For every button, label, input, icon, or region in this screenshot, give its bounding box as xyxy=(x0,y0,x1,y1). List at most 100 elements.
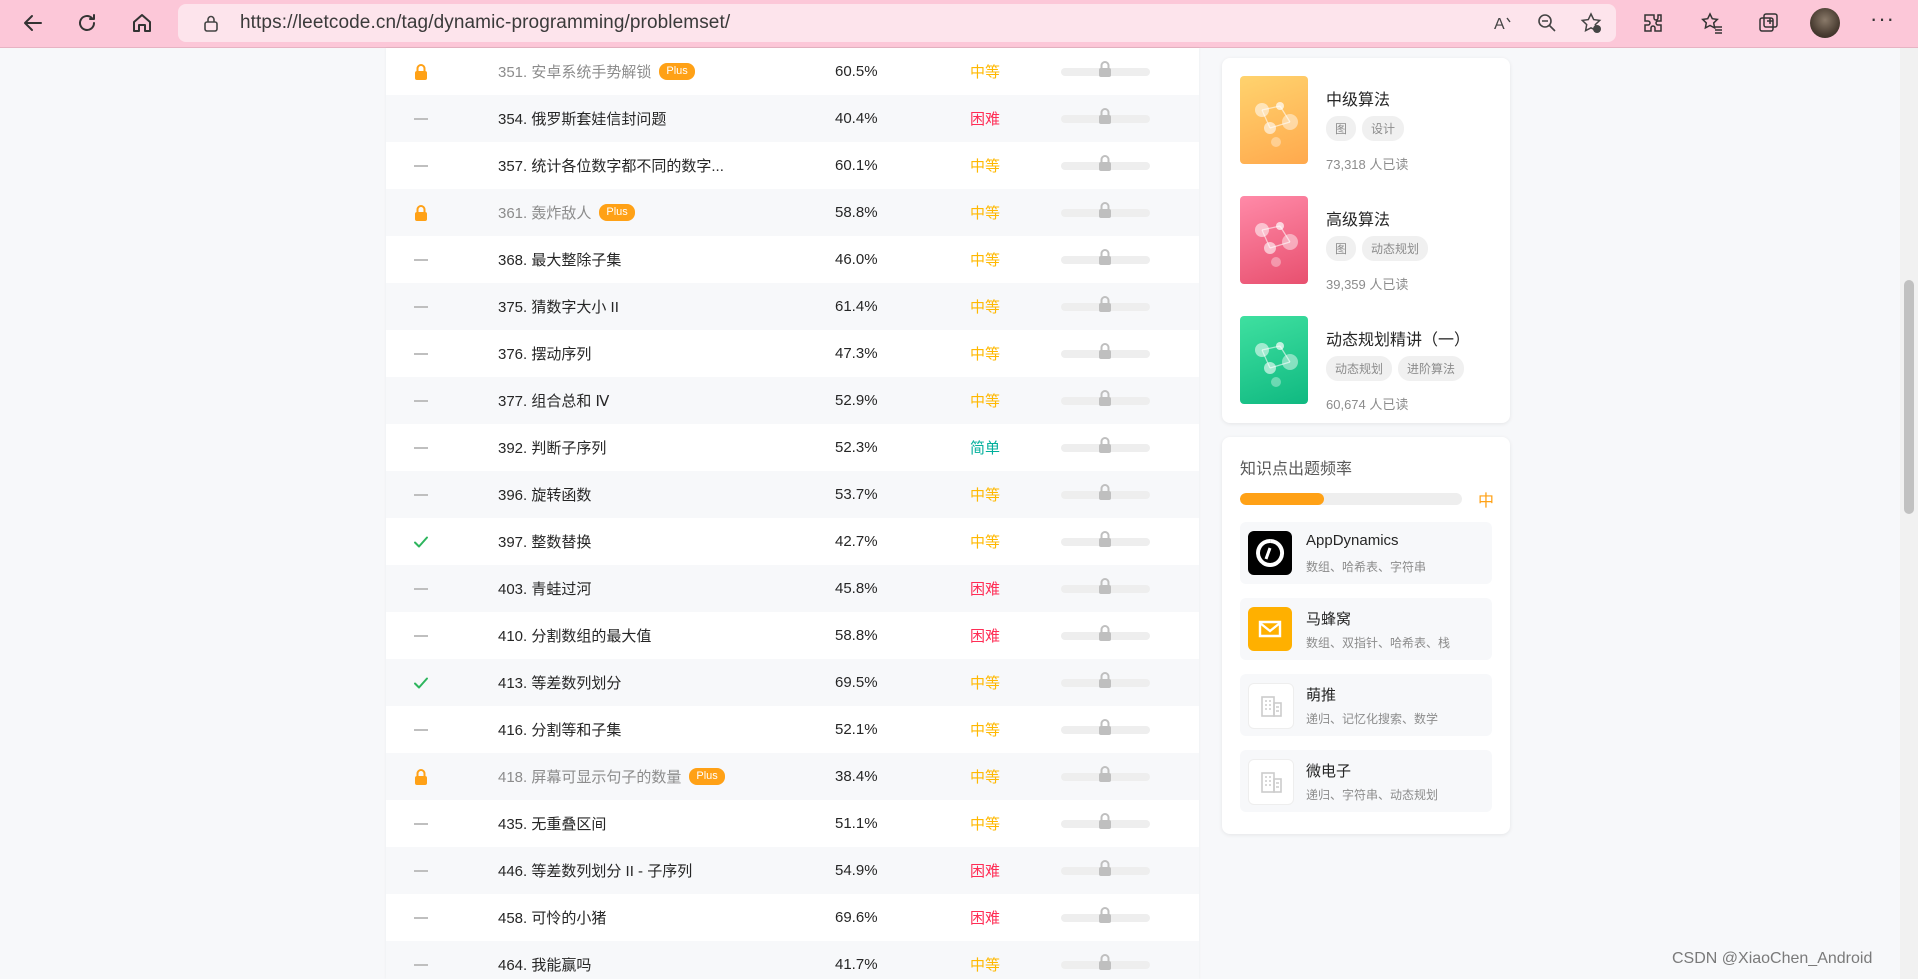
acceptance-rate: 69.5% xyxy=(835,674,878,691)
problem-title-text: 376. 摆动序列 xyxy=(498,346,592,363)
problem-title-link[interactable]: 354. 俄罗斯套娃信封问题 xyxy=(498,108,666,129)
book-title[interactable]: 高级算法 xyxy=(1326,206,1390,230)
problem-title-link[interactable]: 368. 最大整除子集 xyxy=(498,249,621,270)
problem-title-link[interactable]: 377. 组合总和 Ⅳ xyxy=(498,390,609,411)
problem-title-link[interactable]: 446. 等差数列划分 II - 子序列 xyxy=(498,860,692,881)
problem-title-link[interactable]: 396. 旋转函数 xyxy=(498,484,591,505)
problem-row[interactable]: 418. 屏幕可显示句子的数量 Plus 38.4% 中等 xyxy=(386,753,1199,800)
problem-title-link[interactable]: 361. 轰炸敌人 Plus xyxy=(498,202,635,223)
problem-row[interactable]: 410. 分割数组的最大值 58.8% 困难 xyxy=(386,612,1199,659)
problem-row[interactable]: 396. 旋转函数 53.7% 中等 xyxy=(386,471,1199,518)
back-arrow-icon[interactable] xyxy=(16,6,50,40)
problem-title-link[interactable]: 416. 分割等和子集 xyxy=(498,719,621,740)
problem-row[interactable]: 377. 组合总和 Ⅳ 52.9% 中等 xyxy=(386,377,1199,424)
problem-row[interactable]: 458. 可怜的小猪 69.6% 困难 xyxy=(386,894,1199,941)
book-cover[interactable] xyxy=(1240,316,1308,404)
collections-icon[interactable] xyxy=(1751,6,1785,40)
tag-chip[interactable]: 设计 xyxy=(1362,116,1405,141)
tag-chip[interactable]: 图 xyxy=(1326,116,1357,141)
problem-title-link[interactable]: 403. 青蛙过河 xyxy=(498,578,591,599)
problem-title-text: 377. 组合总和 Ⅳ xyxy=(498,393,610,410)
problem-row[interactable]: 403. 青蛙过河 45.8% 困难 xyxy=(386,565,1199,612)
problem-title-link[interactable]: 410. 分割数组的最大值 xyxy=(498,625,651,646)
difficulty-label: 中等 xyxy=(970,816,1001,833)
problem-title-link[interactable]: 418. 屏幕可显示句子的数量 Plus xyxy=(498,766,725,787)
book-title[interactable]: 动态规划精讲（一） xyxy=(1326,326,1470,350)
unattempted-dash-icon xyxy=(410,625,432,647)
problem-row[interactable]: 351. 安卓系统手势解锁 Plus 60.5% 中等 xyxy=(386,48,1199,95)
book-title[interactable]: 中级算法 xyxy=(1326,86,1390,110)
lock-icon xyxy=(1097,953,1113,971)
company-item[interactable]: 马蜂窝 数组、双指针、哈希表、栈 xyxy=(1240,598,1492,660)
problem-title-link[interactable]: 357. 统计各位数字都不同的数字... xyxy=(498,155,724,176)
company-name: 马蜂窝 xyxy=(1306,611,1352,628)
more-options-icon[interactable]: ··· xyxy=(1870,6,1895,32)
problem-title-link[interactable]: 464. 我能赢吗 xyxy=(498,954,591,975)
lock-icon xyxy=(1097,671,1113,689)
problem-row[interactable]: 446. 等差数列划分 II - 子序列 54.9% 困难 xyxy=(386,847,1199,894)
company-tags: 递归、字符串、动态规划 xyxy=(1306,788,1439,802)
scrollbar-thumb[interactable] xyxy=(1904,280,1914,514)
page-scrollbar[interactable] xyxy=(1900,48,1918,979)
problem-row[interactable]: 397. 整数替换 42.7% 中等 xyxy=(386,518,1199,565)
knowledge-frequency-card: 知识点出题频率 中 AppDynamics 数组、哈希表、字符串 马蜂窝 数组、双指针… xyxy=(1222,437,1510,834)
lock-icon xyxy=(1097,765,1113,783)
extensions-icon[interactable] xyxy=(1636,6,1670,40)
problem-title-link[interactable]: 392. 判断子序列 xyxy=(498,437,606,458)
difficulty-label: 中等 xyxy=(970,299,1001,316)
refresh-icon[interactable] xyxy=(70,6,104,40)
solved-check-icon xyxy=(410,531,432,553)
acceptance-rate: 60.5% xyxy=(835,63,878,80)
problem-row[interactable]: 354. 俄罗斯套娃信封问题 40.4% 困难 xyxy=(386,95,1199,142)
problem-title-link[interactable]: 375. 猜数字大小 II xyxy=(498,296,619,317)
add-favorite-icon[interactable] xyxy=(1576,8,1606,38)
problem-title-link[interactable]: 458. 可怜的小猪 xyxy=(498,907,606,928)
home-icon[interactable] xyxy=(125,6,159,40)
problem-row[interactable]: 357. 统计各位数字都不同的数字... 60.1% 中等 xyxy=(386,142,1199,189)
problem-title-link[interactable]: 413. 等差数列划分 xyxy=(498,672,621,693)
tag-chip[interactable]: 动态规划 xyxy=(1326,356,1393,381)
company-item[interactable]: 微电子 递归、字符串、动态规划 xyxy=(1240,750,1492,812)
problem-row[interactable]: 368. 最大整除子集 46.0% 中等 xyxy=(386,236,1199,283)
tag-chip[interactable]: 进阶算法 xyxy=(1398,356,1465,381)
lock-icon xyxy=(1097,436,1113,454)
appdynamics-logo xyxy=(1248,531,1292,575)
zoom-icon[interactable] xyxy=(1532,8,1562,38)
problem-row[interactable]: 375. 猜数字大小 II 61.4% 中等 xyxy=(386,283,1199,330)
problem-title-link[interactable]: 376. 摆动序列 xyxy=(498,343,591,364)
url-text[interactable]: https://leetcode.cn/tag/dynamic-programm… xyxy=(240,12,730,34)
frequency-locked-bar xyxy=(1061,295,1150,312)
difficulty-label: 中等 xyxy=(970,393,1001,410)
problem-row[interactable]: 376. 摆动序列 47.3% 中等 xyxy=(386,330,1199,377)
profile-avatar[interactable] xyxy=(1810,8,1840,38)
tag-chip[interactable]: 动态规划 xyxy=(1362,236,1429,261)
tag-chip[interactable]: 图 xyxy=(1326,236,1357,261)
book-cover[interactable] xyxy=(1240,196,1308,284)
problem-row[interactable]: 361. 轰炸敌人 Plus 58.8% 中等 xyxy=(386,189,1199,236)
read-aloud-icon[interactable]: A xyxy=(1488,8,1518,38)
unattempted-dash-icon xyxy=(410,954,432,976)
problem-title-link[interactable]: 435. 无重叠区间 xyxy=(498,813,606,834)
difficulty-label: 中等 xyxy=(970,205,1001,222)
unattempted-dash-icon xyxy=(410,813,432,835)
book-cover[interactable] xyxy=(1240,76,1308,164)
lock-icon xyxy=(1097,577,1113,595)
difficulty-label: 中等 xyxy=(970,675,1001,692)
acceptance-rate: 40.4% xyxy=(835,110,878,127)
problem-title-link[interactable]: 351. 安卓系统手势解锁 Plus xyxy=(498,61,695,82)
svg-text:A: A xyxy=(1494,16,1505,33)
premium-lock-icon xyxy=(410,202,432,224)
problem-row[interactable]: 413. 等差数列划分 69.5% 中等 xyxy=(386,659,1199,706)
problem-title-link[interactable]: 397. 整数替换 xyxy=(498,531,591,552)
problem-row[interactable]: 435. 无重叠区间 51.1% 中等 xyxy=(386,800,1199,847)
unattempted-dash-icon xyxy=(410,484,432,506)
problem-row[interactable]: 416. 分割等和子集 52.1% 中等 xyxy=(386,706,1199,753)
company-item[interactable]: 萌推 递归、记忆化搜索、数学 xyxy=(1240,674,1492,736)
company-item[interactable]: AppDynamics 数组、哈希表、字符串 xyxy=(1240,522,1492,584)
unattempted-dash-icon xyxy=(410,155,432,177)
favorites-icon[interactable] xyxy=(1695,6,1729,40)
difficulty-label: 困难 xyxy=(970,581,1001,598)
problem-row[interactable]: 392. 判断子序列 52.3% 简单 xyxy=(386,424,1199,471)
problem-row[interactable]: 464. 我能赢吗 41.7% 中等 xyxy=(386,941,1199,979)
address-bar[interactable]: https://leetcode.cn/tag/dynamic-programm… xyxy=(178,4,1616,42)
